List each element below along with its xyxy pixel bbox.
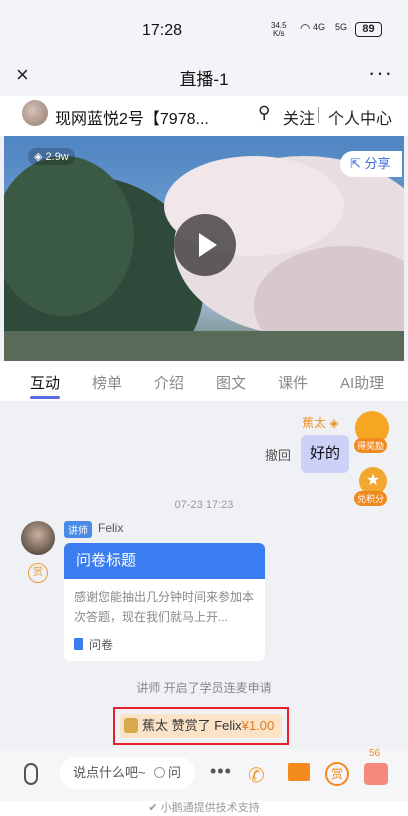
more-options-icon[interactable]: ••• [210,761,232,782]
status-time: 17:28 [142,22,183,39]
tab-graphic[interactable]: 图文 [216,372,246,393]
phone-icon[interactable]: ✆ [248,763,265,788]
tab-courseware[interactable]: 课件 [278,372,308,393]
gift-highlight-box: 蕉太 赞赏了 Felix¥1.00 [113,707,289,745]
share-button[interactable]: ⇱ 分享 [340,151,402,177]
microphone-icon[interactable] [24,763,38,785]
ask-toggle[interactable]: 问 [154,757,181,789]
view-count: ◈ 2.9w [28,148,75,165]
radio-icon [154,767,165,778]
survey-card[interactable]: 问卷标题 感谢您能抽出几分钟时间来参加本次答题，现在我们就马上开... 问卷 [64,543,265,661]
level-badge-icon: ◈ [329,416,339,430]
network-speed: 34.5 K/s [271,21,287,38]
teacher-avatar[interactable] [21,521,55,555]
follow-button[interactable]: 关注 [283,105,315,129]
reward-label[interactable]: 得奖励 [354,438,388,453]
title-bar: × 直播-1 ··· [0,56,408,96]
system-message: 讲师 开启了学员连麦申请 [136,681,272,695]
tab-ai-assistant[interactable]: AI助理 [340,372,384,393]
chat-timestamp: 07-23 17:23 [174,499,234,511]
bottom-bar: 说点什么吧~ 问 ••• ✆ 赏 56 [0,748,408,801]
signal-5g: 5G [335,22,348,32]
chat-input[interactable]: 说点什么吧~ 问 [60,757,195,789]
more-icon[interactable]: ··· [368,60,393,86]
personal-center-button[interactable]: 个人中心 [328,105,392,129]
self-name: 蕉太 ◈ [302,416,339,430]
survey-description: 感谢您能抽出几分钟时间来参加本次答题，现在我们就马上开... [74,590,255,624]
document-icon [74,638,83,650]
survey-type: 问卷 [74,636,113,653]
role-badge: 讲师 [64,521,92,538]
wifi-icon: ◠ [300,21,311,35]
signal-4g: 4G [313,22,326,32]
tip-button[interactable]: 赏 [325,762,349,786]
self-message-bubble: 好的 [301,435,349,473]
tab-bar: 互动 榜单 介绍 图文 课件 AI助理 [0,361,408,401]
withdraw-button[interactable]: 撤回 [265,445,291,464]
divider [318,107,319,123]
host-bar: 现网蓝悦2号【7978... ⚲ 关注 个人中心 [0,96,408,136]
shopping-cart-icon[interactable] [288,763,310,781]
gift-amount: ¥1.00 [241,718,275,733]
like-count: 56 [369,748,381,759]
play-button[interactable] [174,214,236,276]
check-icon: ✔ [148,802,158,814]
tip-icon[interactable]: 赏 [28,563,48,583]
money-bag-icon [124,718,138,733]
gift-message: 蕉太 赞赏了 Felix¥1.00 [120,714,282,738]
chat-area[interactable]: 蕉太 ◈ 撤回 好的 得奖励 ★ 兑积分 07-23 17:23 赏 讲师 Fe… [0,401,408,749]
video-player[interactable]: ◈ 2.9w ⇱ 分享 [4,136,404,361]
battery-indicator: 89 [355,22,382,37]
tab-interact[interactable]: 互动 [30,372,60,393]
teacher-name: Felix [98,521,124,535]
search-icon[interactable]: ⚲ [258,103,270,123]
tab-ranking[interactable]: 榜单 [92,372,122,393]
page-title: 直播-1 [179,70,229,89]
survey-title: 问卷标题 [64,543,265,579]
thumbs-up-icon[interactable] [364,763,388,785]
powered-by-footer: ✔ 小鹅通提供技术支持 [0,801,408,816]
host-name[interactable]: 现网蓝悦2号【7978... [55,105,215,129]
status-bar: 17:28 34.5 K/s ◠ 4G 5G 89 [0,0,408,56]
host-avatar[interactable] [22,100,48,126]
tab-intro[interactable]: 介绍 [154,372,184,393]
active-tab-indicator [30,396,60,399]
